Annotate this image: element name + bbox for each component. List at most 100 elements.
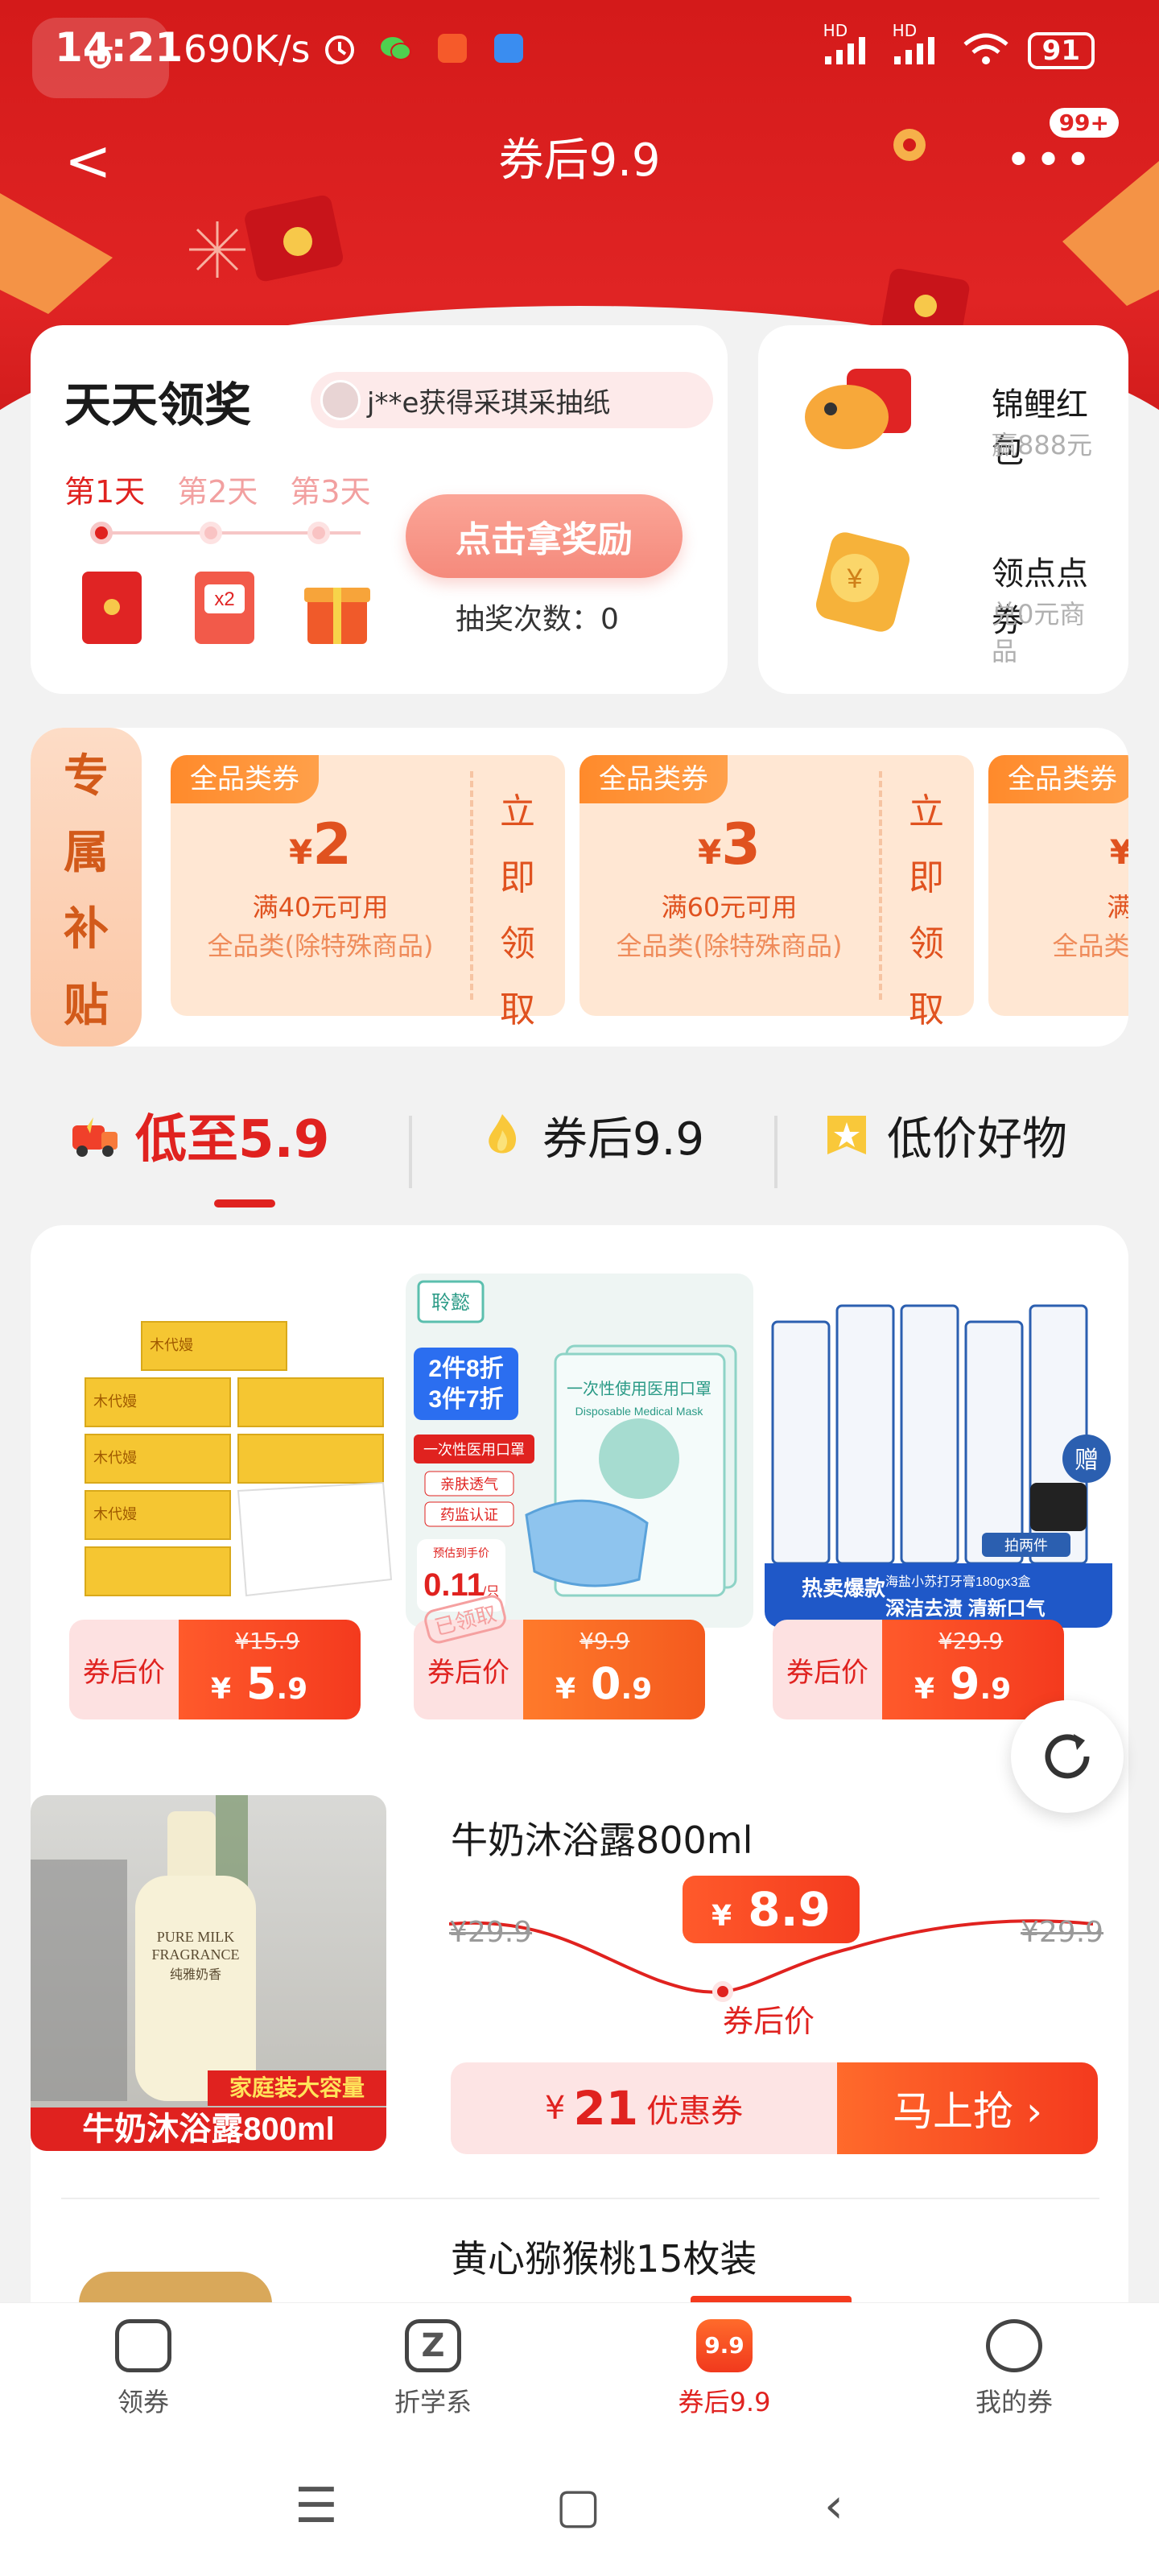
bottom-nav: 领券 Z 折学系 9.9 券后9.9 我的券	[0, 2302, 1159, 2439]
side-activity-card: 锦鲤红包 赢888元 ¥ 领点点券 兑0元商品	[758, 325, 1128, 694]
coupon-value: ¥21 优惠券	[451, 2062, 837, 2154]
svg-text:FRAGRANCE: FRAGRANCE	[151, 1946, 239, 1963]
coupon-scope: 全品类(除特殊商品)	[616, 931, 843, 961]
back-icon[interactable]: ‹	[824, 2478, 843, 2534]
page-title: 券后9.9	[498, 134, 661, 187]
svg-text:木代嫚: 木代嫚	[93, 1506, 137, 1522]
coupon-amount: ¥2	[289, 811, 352, 877]
svg-text:家庭装大容量: 家庭装大容量	[229, 2074, 365, 2100]
coupon-tag: 全品类券	[580, 755, 728, 803]
status-time: 14:21	[55, 24, 184, 71]
svg-text:纯雅奶香: 纯雅奶香	[170, 1967, 221, 1982]
svg-text:一次性医用口罩: 一次性医用口罩	[423, 1442, 525, 1458]
svg-text:PURE MILK: PURE MILK	[157, 1929, 235, 1945]
next-product-row[interactable]: 黄心猕猴桃15枚装	[31, 2206, 1098, 2304]
svg-text:亲肤透气: 亲肤透气	[440, 1476, 498, 1492]
status-right: HD HD 91	[823, 21, 1095, 70]
product-price-tag: 券后价 ¥29.9 ¥ 9.9	[773, 1620, 1064, 1719]
nav-zhexuexi[interactable]: Z 折学系	[353, 2319, 514, 2419]
koi-red-packet-entry[interactable]: 锦鲤红包 赢888元	[798, 349, 1104, 478]
product-name: 黄心猕猴桃15枚装	[451, 2237, 757, 2281]
network-speed: 690K/s	[184, 27, 311, 71]
product-card[interactable]: 木代嫚 木代嫚 木代嫚 木代嫚 券后价 ¥15.9 ¥ 5.9	[61, 1274, 409, 1724]
category-tabs: 低至5.9 券后9.9 低价好物	[0, 1087, 1159, 1208]
day-1-label: 第1天	[64, 474, 146, 510]
coupon-scope: 全品类(除	[1052, 931, 1129, 961]
points-coupon-sub: 兑0元商品	[992, 599, 1086, 667]
svg-text:聆懿: 聆懿	[431, 1292, 470, 1314]
koi-red-packet-sub: 赢888元	[992, 430, 1093, 460]
after-coupon-price: ¥ 8.9	[683, 1876, 860, 1943]
price-pill-partial	[691, 2296, 852, 2302]
signal-icon: HD	[823, 21, 875, 70]
winner-marquee: j**e获得采琪采抽纸	[311, 372, 713, 428]
top-nav-bar: < 券后9.9 ••• 99+	[0, 108, 1159, 201]
product-card[interactable]: 聆懿 2件8折 3件7折 一次性医用口罩 亲肤透气 药监认证 预估到手价 0.1…	[406, 1274, 753, 1724]
buy-now-button[interactable]: 马上抢 ›	[837, 2062, 1098, 2154]
tab-low-price[interactable]: 低至5.9	[69, 1103, 329, 1170]
active-tab-indicator	[214, 1199, 275, 1208]
row-divider	[61, 2198, 1099, 2199]
app-notification-icon-2	[491, 31, 526, 66]
product-image-toothpaste: 赠 拍两件 热卖爆款 海盐小苏打牙膏180gx3盒 深洁去渍 清新口气	[765, 1274, 1112, 1628]
double-reward-icon: x2	[195, 572, 254, 644]
coupon-amount: ¥	[1109, 832, 1128, 872]
points-coupon-entry[interactable]: ¥ 领点点券 兑0元商品	[798, 518, 1104, 667]
svg-text:0.11: 0.11	[423, 1567, 485, 1603]
home-icon[interactable]: ▢	[555, 2478, 601, 2534]
product-price-tag: 券后价 ¥15.9 ¥ 5.9	[69, 1620, 361, 1719]
tab-separator	[774, 1116, 777, 1188]
tab-after-coupon[interactable]: 券后9.9	[476, 1103, 704, 1167]
svg-text:热卖爆款: 热卖爆款	[802, 1576, 886, 1600]
original-price-right: ¥29.9	[1021, 1916, 1104, 1949]
claim-reward-button[interactable]: 点击拿奖励	[406, 494, 683, 578]
svg-text:一次性使用医用口罩: 一次性使用医用口罩	[567, 1380, 711, 1398]
product-image-tissue: 木代嫚 木代嫚 木代嫚 木代嫚	[61, 1274, 409, 1628]
star-flag-icon	[827, 1116, 866, 1154]
more-menu-button[interactable]: •••	[1005, 129, 1095, 193]
nav-after-coupon[interactable]: 9.9 券后9.9	[644, 2319, 805, 2419]
coupon-card-partial[interactable]: 全品类券 ¥ 满80 全品类(除	[988, 755, 1128, 1016]
notification-icons	[322, 31, 526, 66]
coupon-condition: 满80	[1107, 892, 1128, 923]
product-name: 牛奶沐浴露800ml	[451, 1818, 753, 1862]
product-card[interactable]: 赠 拍两件 热卖爆款 海盐小苏打牙膏180gx3盒 深洁去渍 清新口气 券后价 …	[765, 1274, 1112, 1724]
coupon-scope: 全品类(除特殊商品)	[207, 931, 434, 961]
coupon-condition: 满40元可用	[252, 892, 389, 923]
menu-icon[interactable]: ☰	[295, 2478, 338, 2534]
svg-text:药监认证: 药监认证	[440, 1507, 498, 1523]
svg-text:赠: 赠	[1074, 1447, 1099, 1474]
product-image-body-wash: PURE MILK FRAGRANCE 纯雅奶香 家庭装大容量 牛奶沐浴露800…	[31, 1795, 386, 2151]
day-1-dot	[90, 522, 113, 544]
product-image-mask: 聆懿 2件8折 3件7折 一次性医用口罩 亲肤透气 药监认证 预估到手价 0.1…	[406, 1274, 753, 1628]
gold-coupon-icon: ¥	[815, 532, 910, 632]
status-bar: ↺ 14:21 690K/s HD HD 91	[0, 0, 1159, 105]
coupon-amount: ¥3	[698, 811, 761, 877]
red-packet-icon	[82, 572, 142, 644]
gift-box-icon	[304, 588, 370, 644]
nav-coupons[interactable]: 领券	[63, 2319, 224, 2419]
daily-reward-card: 天天领奖 j**e获得采琪采抽纸 第1天 第2天 第3天 x2 点击拿奖励 抽奖…	[31, 325, 728, 694]
claim-coupon-button[interactable]: 立即 领取	[470, 782, 565, 1032]
z-logo-icon: Z	[405, 2319, 461, 2372]
alarm-icon	[322, 31, 357, 66]
coupon-card[interactable]: 全品类券 ¥3 满60元可用 全品类(除特殊商品) 立即 领取	[580, 755, 974, 1030]
day-2-dot	[200, 522, 222, 544]
svg-text:深洁去渍 清新口气: 深洁去渍 清新口气	[885, 1597, 1046, 1620]
coupon-condition: 满60元可用	[661, 892, 798, 923]
battery-indicator: 91	[1027, 31, 1095, 69]
tab-good-deals[interactable]: 低价好物	[821, 1103, 1067, 1167]
daily-reward-title: 天天领奖	[64, 378, 252, 432]
day-3-dot	[307, 522, 330, 544]
claim-coupon-button[interactable]: 立即 领取	[879, 782, 974, 1032]
coupon-card[interactable]: 全品类券 ¥2 满40元可用 全品类(除特殊商品) 立即 领取	[171, 755, 565, 1030]
lottery-chances: 抽奖次数：0	[456, 603, 619, 636]
day-3-label: 第3天	[290, 474, 371, 510]
day-2-label: 第2天	[177, 474, 258, 510]
nav-my-coupons[interactable]: 我的券	[934, 2319, 1095, 2419]
featured-product-row[interactable]: PURE MILK FRAGRANCE 纯雅奶香 家庭装大容量 牛奶沐浴露800…	[31, 1795, 1103, 2165]
svg-text:木代嫚: 木代嫚	[150, 1337, 193, 1353]
wechat-icon	[378, 31, 414, 66]
svg-text:预估到手价: 预估到手价	[433, 1546, 489, 1559]
day-gifts: x2	[76, 567, 373, 647]
